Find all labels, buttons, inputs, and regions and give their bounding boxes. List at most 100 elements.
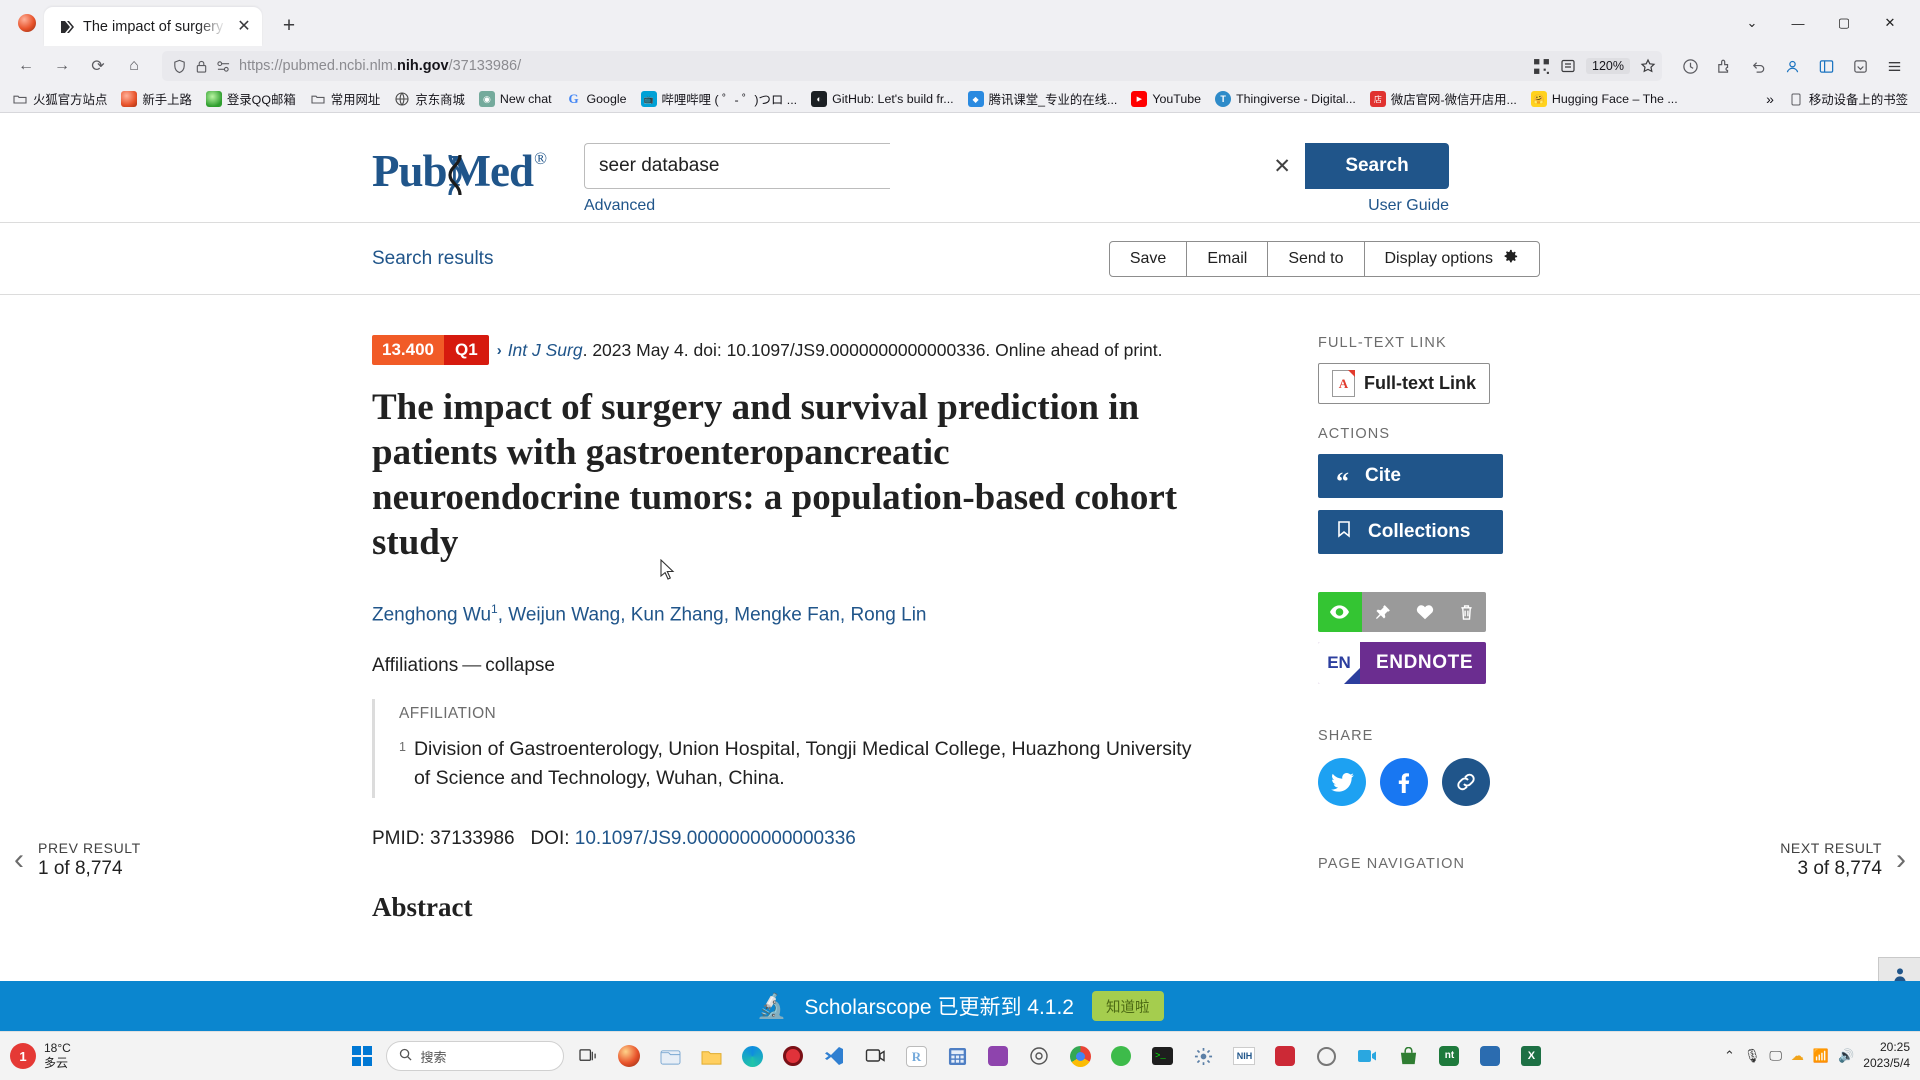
bookmark-item[interactable]: 登录QQ邮箱 [200, 88, 302, 110]
recorder-icon[interactable] [776, 1039, 810, 1073]
firefox-icon[interactable] [612, 1039, 646, 1073]
window-close-button[interactable]: ✕ [1868, 3, 1912, 43]
back-icon[interactable]: ← [10, 50, 42, 82]
start-button[interactable] [345, 1039, 379, 1073]
chevron-up-icon[interactable]: ⌃ [1724, 1048, 1735, 1064]
email-button[interactable]: Email [1186, 241, 1268, 277]
bookmark-star-icon[interactable] [1640, 58, 1656, 74]
journal-name-link[interactable]: Int J Surg [508, 340, 583, 360]
tab-close-icon[interactable]: ✕ [234, 17, 254, 37]
editor-icon[interactable] [1473, 1039, 1507, 1073]
sidebar-icon[interactable] [1810, 50, 1842, 82]
tab-list-chevron-icon[interactable]: ⌄ [1730, 3, 1774, 43]
home-icon[interactable]: ⌂ [118, 50, 150, 82]
bookmark-item[interactable]: GGoogle [560, 89, 633, 109]
mobile-bookmarks-item[interactable]: 移动设备上的书签 [1782, 88, 1914, 110]
pin-icon[interactable] [1362, 592, 1404, 632]
advanced-search-link[interactable]: Advanced [584, 197, 655, 215]
r-studio-icon[interactable]: R [899, 1039, 933, 1073]
photos-icon[interactable] [1022, 1039, 1056, 1073]
task-view-icon[interactable] [571, 1039, 605, 1073]
zoom-level-badge[interactable]: 120% [1586, 58, 1630, 74]
url-bar[interactable]: https://pubmed.ncbi.nlm.nih.gov/37133986… [162, 51, 1662, 81]
reader-mode-icon[interactable] [1560, 58, 1576, 74]
edge-icon[interactable] [735, 1039, 769, 1073]
reload-icon[interactable]: ⟳ [82, 50, 114, 82]
browser-tab[interactable]: The impact of surgery and su ✕ [44, 7, 262, 46]
save-to-pocket-icon[interactable] [1844, 50, 1876, 82]
bookmark-item[interactable]: 📺哔哩哔哩 ( ゜- ゜)つロ ... [635, 88, 804, 110]
pubmed-logo[interactable]: PubMed® [372, 143, 532, 198]
user-guide-link[interactable]: User Guide [1368, 197, 1449, 215]
folder-icon[interactable] [694, 1039, 728, 1073]
settings-icon[interactable] [1186, 1039, 1220, 1073]
full-text-link-button[interactable]: A Full-text Link [1318, 363, 1490, 404]
chrome-icon[interactable] [1063, 1039, 1097, 1073]
app-menu-icon[interactable] [1878, 50, 1910, 82]
store-icon[interactable] [1391, 1039, 1425, 1073]
terminal-icon[interactable]: >_ [1145, 1039, 1179, 1073]
facebook-icon[interactable] [1380, 758, 1428, 806]
new-tab-button[interactable]: + [272, 9, 306, 43]
bookmark-item[interactable]: ◆腾讯课堂_专业的在线... [962, 88, 1124, 110]
twitter-icon[interactable] [1318, 758, 1366, 806]
search-results-link[interactable]: Search results [372, 248, 493, 270]
heart-icon[interactable] [1404, 592, 1447, 632]
author-affil-marker[interactable]: 1 [491, 602, 498, 616]
bookmark-item[interactable]: 常用网址 [304, 88, 387, 110]
calculator-icon[interactable] [940, 1039, 974, 1073]
qrcode-icon[interactable] [1533, 58, 1550, 75]
video-icon[interactable] [1350, 1039, 1384, 1073]
mic-icon[interactable]: 🎙 [1744, 1048, 1761, 1064]
bookmark-item[interactable]: 店微店官网-微信开店用... [1364, 88, 1523, 110]
excel-icon[interactable]: X [1514, 1039, 1548, 1073]
nt-icon[interactable]: nt [1432, 1039, 1466, 1073]
doi-link[interactable]: 10.1097/JS9.0000000000000336 [575, 828, 856, 849]
cite-button[interactable]: “ Cite [1318, 454, 1503, 498]
chevron-right-icon[interactable]: › [1896, 843, 1906, 877]
history-icon[interactable] [1674, 50, 1706, 82]
bookmark-item[interactable]: 新手上路 [115, 88, 198, 110]
extensions-icon[interactable] [1708, 50, 1740, 82]
cloud-icon[interactable]: ☁ [1791, 1048, 1804, 1064]
undo-icon[interactable] [1742, 50, 1774, 82]
forward-icon[interactable]: → [46, 50, 78, 82]
authors-rest[interactable]: , Weijun Wang, Kun Zhang, Mengke Fan, Ro… [498, 604, 927, 625]
bookmarks-overflow-icon[interactable]: » [1760, 91, 1780, 107]
eye-icon[interactable] [1318, 592, 1362, 632]
window-minimize-button[interactable]: — [1776, 3, 1820, 43]
bookmark-item[interactable]: 🤗Hugging Face – The ... [1525, 89, 1684, 109]
chevron-right-icon[interactable]: › [497, 342, 502, 359]
author-link[interactable]: Zenghong Wu [372, 604, 491, 625]
taskbar-clock[interactable]: 20:25 2023/5/4 [1863, 1040, 1910, 1071]
send-to-button[interactable]: Send to [1267, 241, 1364, 277]
collapse-link[interactable]: collapse [485, 655, 555, 676]
obs-icon[interactable] [858, 1039, 892, 1073]
trash-icon[interactable] [1446, 592, 1486, 632]
bookmark-item[interactable]: 京东商城 [388, 88, 471, 110]
endnote-button[interactable]: EN ENDNOTE [1318, 642, 1486, 684]
next-result-nav[interactable]: NEXT RESULT 3 of 8,774 › [1780, 840, 1906, 880]
bookmark-item[interactable]: ▶YouTube [1125, 89, 1207, 109]
chevron-left-icon[interactable]: ‹ [14, 843, 24, 877]
circle-icon[interactable] [1309, 1039, 1343, 1073]
steam-icon[interactable] [1104, 1039, 1138, 1073]
taskbar-search-box[interactable]: 搜索 [386, 1041, 564, 1071]
scholarscope-dismiss-button[interactable]: 知道啦 [1092, 991, 1164, 1021]
bookmark-item[interactable]: 火狐官方站点 [6, 88, 113, 110]
bookmark-item[interactable]: ◐GitHub: Let's build fr... [805, 89, 960, 109]
search-button[interactable]: Search [1305, 143, 1449, 189]
bookmark-item[interactable]: TThingiverse - Digital... [1209, 89, 1362, 109]
save-button[interactable]: Save [1109, 241, 1187, 277]
permalink-icon[interactable] [1442, 758, 1490, 806]
vscode-icon[interactable] [817, 1039, 851, 1073]
bookmark-item[interactable]: ◉New chat [473, 89, 558, 109]
window-maximize-button[interactable]: ▢ [1822, 3, 1866, 43]
display-options-button[interactable]: Display options [1364, 241, 1541, 277]
volume-icon[interactable]: 🔊 [1838, 1048, 1854, 1064]
file-explorer-icon[interactable] [653, 1039, 687, 1073]
monitor-icon[interactable]: 🖵 [1769, 1048, 1782, 1064]
account-icon[interactable] [1776, 50, 1808, 82]
nih-icon[interactable]: NIH [1227, 1039, 1261, 1073]
collections-button[interactable]: Collections [1318, 510, 1503, 554]
